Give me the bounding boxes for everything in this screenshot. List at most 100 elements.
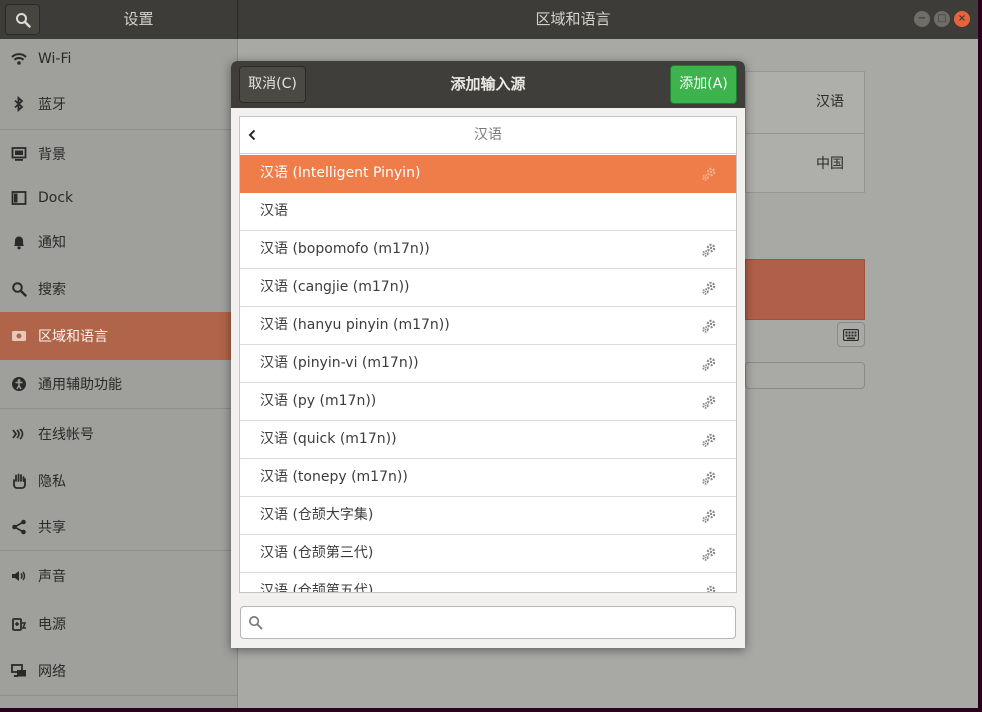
search-icon [10, 280, 28, 298]
sidebar-item-online-accounts[interactable]: 在线帐号 [0, 409, 238, 458]
list-header-title: 汉语 [474, 127, 502, 143]
sidebar-item-label: 电源 [38, 617, 66, 633]
share-icon [10, 518, 28, 536]
list-header: 汉语 [240, 117, 736, 154]
sidebar-item-sharing[interactable]: 共享 [0, 504, 238, 550]
search-button[interactable] [5, 4, 40, 35]
chevron-left-icon [248, 129, 256, 141]
close-button[interactable]: × [954, 11, 970, 27]
list-item[interactable]: 汉语 (hanyu pinyin (m17n)) [240, 307, 736, 345]
settings-window: 设置 区域和语言 − □ × Wi-Fi 蓝牙 背景 Dock 通知 搜索 区域… [0, 0, 978, 708]
list-item-label: 汉语 (quick (m17n)) [260, 431, 397, 447]
sidebar-item-accessibility[interactable]: 通用辅助功能 [0, 360, 238, 408]
search-input[interactable] [269, 611, 729, 635]
sidebar-item-sound[interactable]: 声音 [0, 551, 238, 601]
sidebar-item-label: Wi-Fi [38, 51, 72, 67]
sidebar-item-label: 通知 [38, 235, 66, 251]
list-item[interactable]: 汉语 (仓颉第三代) [240, 535, 736, 573]
sidebar-item-notifications[interactable]: 通知 [0, 218, 238, 266]
flag-icon [10, 327, 28, 345]
accessibility-icon [10, 375, 28, 393]
list-item-label: 汉语 (cangjie (m17n)) [260, 279, 410, 295]
gear-icon [702, 243, 716, 257]
maximize-button[interactable]: □ [934, 11, 950, 27]
network-icon [10, 662, 28, 680]
add-input-source-dialog: 取消(C) 添加输入源 添加(A) 汉语 汉语 (Intelligent Pin… [231, 61, 745, 648]
keyboard-icon [843, 328, 859, 341]
sidebar-item-search[interactable]: 搜索 [0, 266, 238, 312]
sidebar-divider [0, 695, 238, 696]
gear-icon [702, 471, 716, 485]
sidebar-item-region-language[interactable]: 区域和语言 [0, 312, 238, 360]
sidebar-item-label: 共享 [38, 520, 66, 536]
back-button[interactable] [244, 126, 260, 144]
sidebar-item-privacy[interactable]: 隐私 [0, 458, 238, 504]
background-icon [10, 145, 28, 163]
list-item[interactable]: 汉语 (cangjie (m17n)) [240, 269, 736, 307]
gear-icon [702, 167, 716, 181]
list-item[interactable]: 汉语 (pinyin-vi (m17n)) [240, 345, 736, 383]
list-item[interactable]: 汉语 [240, 193, 736, 231]
list-item[interactable]: 汉语 (tonepy (m17n)) [240, 459, 736, 497]
sidebar-header: 设置 [0, 0, 238, 39]
online-accounts-icon [10, 425, 28, 443]
page-title: 区域和语言 [535, 10, 611, 28]
gear-icon [702, 395, 716, 409]
list-item-label: 汉语 [260, 203, 288, 219]
wifi-icon [10, 50, 28, 68]
sidebar-item-network[interactable]: 网络 [0, 647, 238, 695]
selected-input-source-row[interactable] [745, 259, 865, 320]
list-item-label: 汉语 (仓颉第五代) [260, 583, 374, 593]
list-item[interactable]: 汉语 (Intelligent Pinyin) [240, 155, 736, 193]
window-controls: − □ × [914, 11, 970, 27]
sidebar: Wi-Fi 蓝牙 背景 Dock 通知 搜索 区域和语言 通用辅助功能 在线帐号… [0, 39, 238, 708]
formats-row[interactable]: 中国 [746, 133, 864, 194]
minimize-button[interactable]: − [914, 11, 930, 27]
dock-icon [10, 189, 28, 207]
main-input-field[interactable] [745, 362, 865, 389]
sidebar-item-label: 在线帐号 [38, 426, 94, 443]
list-item-label: 汉语 (py (m17n)) [260, 393, 377, 409]
search-field[interactable] [240, 606, 736, 639]
gear-icon [702, 357, 716, 371]
list-item[interactable]: 汉语 (仓颉第五代) [240, 573, 736, 593]
list-item-label: 汉语 (pinyin-vi (m17n)) [260, 355, 419, 371]
speaker-icon [10, 567, 28, 585]
sidebar-item-label: 网络 [38, 664, 66, 680]
list-item-label: 汉语 (bopomofo (m17n)) [260, 241, 430, 257]
add-button[interactable]: 添加(A) [670, 65, 737, 104]
gear-icon [702, 281, 716, 295]
list-item-label: 汉语 (hanyu pinyin (m17n)) [260, 317, 450, 333]
bell-icon [10, 233, 28, 251]
input-source-list: 汉语 汉语 (Intelligent Pinyin) 汉语汉语 (bopomofo… [239, 116, 737, 593]
sidebar-item-background[interactable]: 背景 [0, 130, 238, 178]
search-icon [249, 616, 263, 630]
header-bar: 设置 区域和语言 − □ × [0, 0, 978, 39]
list-item-label: 汉语 (Intelligent Pinyin) [260, 165, 421, 181]
dialog-title: 添加输入源 [450, 75, 526, 93]
list-item[interactable]: 汉语 (quick (m17n)) [240, 421, 736, 459]
sidebar-item-power[interactable]: 电源 [0, 601, 238, 647]
sidebar-item-label: 搜索 [38, 282, 66, 298]
hand-icon [10, 472, 28, 490]
sidebar-item-dock[interactable]: Dock [0, 178, 238, 218]
list-item[interactable]: 汉语 (仓颉大字集) [240, 497, 736, 535]
search-icon [15, 12, 31, 28]
language-formats-card: 汉语 中国 [745, 71, 865, 193]
sidebar-item-bluetooth[interactable]: 蓝牙 [0, 79, 238, 129]
list-item[interactable]: 汉语 (py (m17n)) [240, 383, 736, 421]
gear-icon [702, 433, 716, 447]
gear-icon [706, 585, 716, 592]
sidebar-item-label: 声音 [38, 569, 66, 585]
keyboard-layout-button[interactable] [837, 322, 865, 347]
list-item[interactable]: 汉语 (bopomofo (m17n)) [240, 231, 736, 269]
list-item-label: 汉语 (仓颉第三代) [260, 545, 374, 561]
language-row[interactable]: 汉语 [746, 72, 864, 133]
sidebar-item-wifi[interactable]: Wi-Fi [0, 39, 238, 79]
cancel-button[interactable]: 取消(C) [239, 66, 306, 103]
bluetooth-icon [10, 95, 28, 113]
sidebar-item-label: Dock [38, 190, 74, 206]
list-body: 汉语 (Intelligent Pinyin) 汉语汉语 (bopomofo (m… [240, 155, 736, 593]
sidebar-item-label: 背景 [38, 147, 66, 163]
dialog-header: 取消(C) 添加输入源 添加(A) [231, 61, 745, 108]
